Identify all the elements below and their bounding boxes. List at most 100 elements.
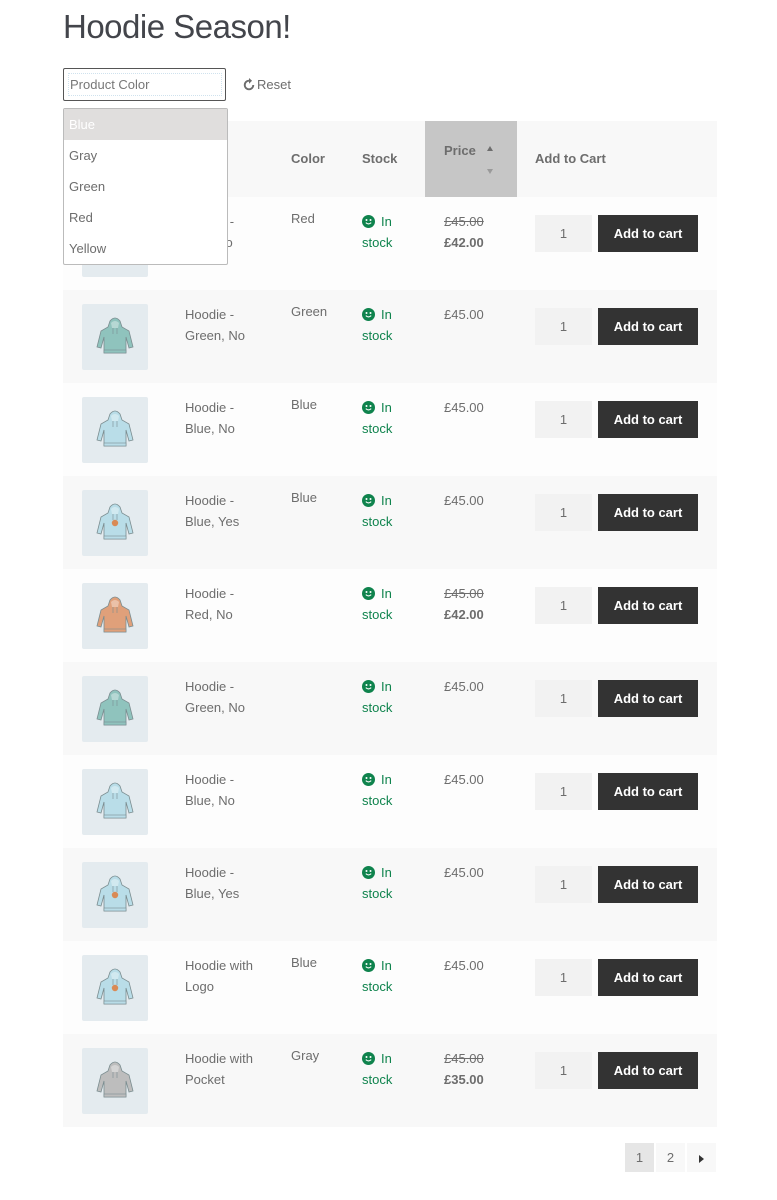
hoodie-image-icon [96, 317, 134, 354]
stock-status: In stock [362, 769, 402, 811]
hoodie-image-icon [96, 689, 134, 726]
product-name-link[interactable]: Hoodie with Pocket [185, 1048, 265, 1090]
quantity-input[interactable] [535, 773, 592, 810]
stock-status: In stock [362, 211, 402, 253]
column-header-stock[interactable]: Stock [362, 151, 397, 166]
stock-status: In stock [362, 583, 402, 625]
product-thumbnail[interactable] [82, 583, 148, 649]
smiley-icon [362, 494, 375, 507]
product-price: £45.00 £42.00 [444, 583, 484, 625]
add-to-cart-button[interactable]: Add to cart [598, 308, 698, 345]
pagination: 12 [625, 1143, 716, 1172]
add-to-cart-button[interactable]: Add to cart [598, 959, 698, 996]
dropdown-option-red[interactable]: Red [64, 202, 227, 233]
sale-price: £35.00 [444, 1072, 484, 1087]
product-name-link[interactable]: Hoodie - Blue, Yes [185, 490, 265, 532]
product-name-link[interactable]: Hoodie with Logo [185, 955, 265, 997]
product-thumbnail[interactable] [82, 397, 148, 463]
page-2-button[interactable]: 2 [656, 1143, 685, 1172]
regular-price: £45.00 [444, 679, 484, 694]
quantity-input[interactable] [535, 401, 592, 438]
dropdown-option-gray[interactable]: Gray [64, 140, 227, 171]
product-thumbnail[interactable] [82, 955, 148, 1021]
regular-price: £45.00 [444, 307, 484, 322]
product-price: £45.00 [444, 676, 484, 697]
product-color: Green [291, 304, 328, 319]
product-color-input[interactable] [68, 73, 222, 96]
quantity-input[interactable] [535, 308, 592, 345]
product-thumbnail[interactable] [82, 676, 148, 742]
product-color: Blue [291, 955, 318, 970]
page-1-button[interactable]: 1 [625, 1143, 654, 1172]
smiley-icon [362, 401, 375, 414]
smiley-icon [362, 773, 375, 786]
product-name-link[interactable]: Hoodie - Blue, No [185, 769, 265, 811]
dropdown-option-blue[interactable]: Blue [64, 109, 227, 140]
refresh-icon [243, 77, 255, 90]
smiley-icon [362, 959, 375, 972]
stock-status: In stock [362, 955, 402, 997]
reset-label: Reset [257, 77, 291, 92]
dropdown-option-yellow[interactable]: Yellow [64, 233, 227, 264]
hoodie-image-icon [96, 503, 134, 540]
product-name-link[interactable]: Hoodie - Blue, No [185, 397, 265, 439]
product-name-link[interactable]: Hoodie - Green, No [185, 676, 265, 718]
add-to-cart-button[interactable]: Add to cart [598, 773, 698, 810]
table-row: Hoodie - Red, No In stock £45.00 £42.00 A… [63, 569, 717, 662]
product-color: Gray [291, 1048, 320, 1063]
product-thumbnail[interactable] [82, 862, 148, 928]
reset-button[interactable]: Reset [242, 77, 291, 92]
stock-status: In stock [362, 676, 402, 718]
table-row: Hoodie - Blue, Yes Blue In stock £45.00 … [63, 476, 717, 569]
product-thumbnail[interactable] [82, 490, 148, 556]
product-color: Blue [291, 490, 318, 505]
product-price: £45.00 [444, 397, 484, 418]
regular-price: £45.00 [444, 865, 484, 880]
quantity-input[interactable] [535, 494, 592, 531]
product-color-filter[interactable] [63, 68, 226, 101]
table-row: Hoodie - Blue, No Blue In stock £45.00 A… [63, 383, 717, 476]
add-to-cart-button[interactable]: Add to cart [598, 680, 698, 717]
table-body: Hoodie - Red, No Red In stock £45.00 £42.… [63, 197, 717, 1127]
product-price: £45.00 [444, 304, 484, 325]
dropdown-option-green[interactable]: Green [64, 171, 227, 202]
smiley-icon [362, 866, 375, 879]
quantity-input[interactable] [535, 680, 592, 717]
regular-price: £45.00 [444, 586, 484, 601]
stock-status: In stock [362, 304, 402, 346]
product-color: Red [291, 211, 315, 226]
add-to-cart-button[interactable]: Add to cart [598, 401, 698, 438]
sort-descending-icon [487, 169, 493, 174]
product-price: £45.00 [444, 955, 484, 976]
table-row: Hoodie - Green, No Green In stock £45.00… [63, 290, 717, 383]
hoodie-image-icon [96, 968, 134, 1005]
quantity-input[interactable] [535, 959, 592, 996]
hoodie-image-icon [96, 875, 134, 912]
column-header-add-to-cart: Add to Cart [535, 151, 606, 166]
table-row: Hoodie with Logo Blue In stock £45.00 Ad… [63, 941, 717, 1034]
quantity-input[interactable] [535, 587, 592, 624]
column-header-color[interactable]: Color [291, 151, 325, 166]
product-name-link[interactable]: Hoodie - Blue, Yes [185, 862, 265, 904]
product-name-link[interactable]: Hoodie - Red, No [185, 583, 265, 625]
quantity-input[interactable] [535, 866, 592, 903]
stock-status: In stock [362, 1048, 402, 1090]
next-page-button[interactable] [687, 1143, 716, 1172]
column-header-price[interactable]: Price [425, 121, 517, 197]
hoodie-image-icon [96, 410, 134, 447]
add-to-cart-button[interactable]: Add to cart [598, 866, 698, 903]
quantity-input[interactable] [535, 1052, 592, 1089]
stock-status: In stock [362, 397, 402, 439]
smiley-icon [362, 587, 375, 600]
add-to-cart-button[interactable]: Add to cart [598, 494, 698, 531]
regular-price: £45.00 [444, 1051, 484, 1066]
quantity-input[interactable] [535, 215, 592, 252]
product-thumbnail[interactable] [82, 304, 148, 370]
product-thumbnail[interactable] [82, 769, 148, 835]
product-thumbnail[interactable] [82, 1048, 148, 1114]
product-name-link[interactable]: Hoodie - Green, No [185, 304, 265, 346]
add-to-cart-button[interactable]: Add to cart [598, 1052, 698, 1089]
add-to-cart-button[interactable]: Add to cart [598, 587, 698, 624]
add-to-cart-button[interactable]: Add to cart [598, 215, 698, 252]
smiley-icon [362, 1052, 375, 1065]
